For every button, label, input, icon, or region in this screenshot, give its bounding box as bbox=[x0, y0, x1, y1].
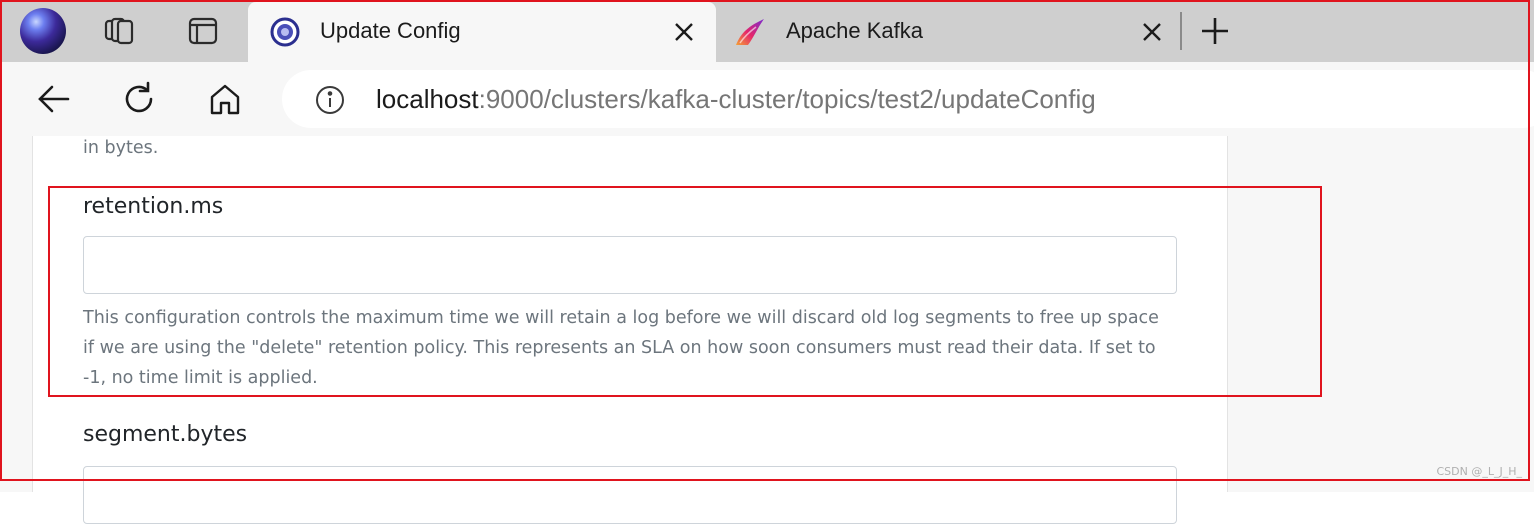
tab-strip: Update Config Apache Kafka bbox=[0, 0, 1534, 62]
browser-toolbar: localhost:9000/clusters/kafka-cluster/to… bbox=[0, 62, 1534, 136]
globe-dots-icon bbox=[270, 17, 300, 47]
new-tab-plus-icon[interactable] bbox=[1198, 14, 1232, 48]
segment-bytes-label: segment.bytes bbox=[83, 422, 248, 447]
url-host: localhost bbox=[376, 84, 479, 114]
close-icon[interactable] bbox=[1140, 20, 1164, 44]
tab-divider bbox=[1180, 12, 1182, 50]
site-info-icon[interactable] bbox=[314, 84, 346, 116]
tab-title: Update Config bbox=[320, 18, 461, 43]
profile-avatar[interactable] bbox=[20, 8, 66, 54]
tab-update-config[interactable]: Update Config bbox=[248, 2, 716, 62]
url-text[interactable]: localhost:9000/clusters/kafka-cluster/to… bbox=[376, 84, 1096, 115]
segment-bytes-input[interactable] bbox=[83, 466, 1177, 524]
highlight-annotation-box bbox=[48, 186, 1322, 397]
home-icon[interactable] bbox=[206, 80, 244, 118]
address-bar[interactable]: localhost:9000/clusters/kafka-cluster/to… bbox=[282, 70, 1534, 128]
workspaces-icon[interactable] bbox=[102, 14, 136, 48]
vertical-tabs-icon[interactable] bbox=[186, 14, 220, 48]
reload-icon[interactable] bbox=[120, 80, 158, 118]
close-icon[interactable] bbox=[672, 20, 696, 44]
url-path: :9000/clusters/kafka-cluster/topics/test… bbox=[478, 84, 1096, 114]
tab-apache-kafka[interactable]: Apache Kafka bbox=[718, 2, 1178, 62]
watermark: CSDN @_L_J_H_ bbox=[1436, 465, 1522, 478]
kafka-logo-icon bbox=[734, 17, 764, 47]
back-arrow-icon[interactable] bbox=[34, 80, 72, 118]
tab-title: Apache Kafka bbox=[786, 18, 923, 43]
previous-field-help: in bytes. bbox=[83, 138, 159, 158]
